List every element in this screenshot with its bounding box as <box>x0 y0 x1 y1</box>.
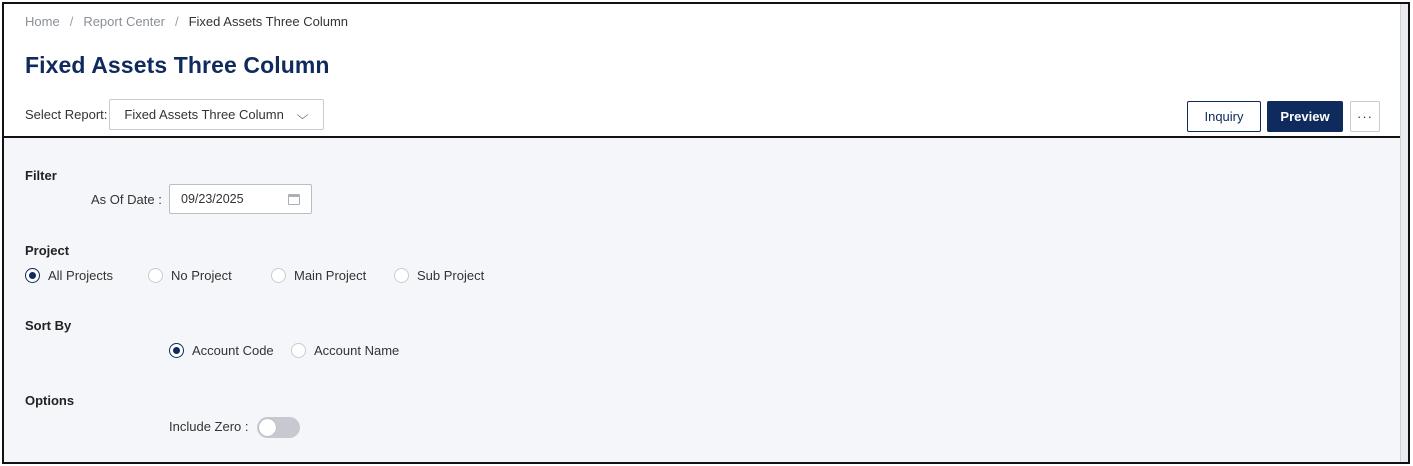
breadcrumb-current: Fixed Assets Three Column <box>188 14 349 29</box>
inquiry-button[interactable]: Inquiry <box>1187 101 1261 132</box>
chevron-down-icon: ⌵ <box>296 108 309 122</box>
as-of-date-input[interactable]: 09/23/2025 <box>169 184 312 214</box>
report-select-value: Fixed Assets Three Column <box>124 107 284 122</box>
calendar-icon[interactable] <box>288 194 300 205</box>
sort-by-section-title: Sort By <box>25 318 72 333</box>
preview-button[interactable]: Preview <box>1267 101 1343 132</box>
more-options-button[interactable]: ··· <box>1350 101 1380 132</box>
radio-label: No Project <box>171 268 232 283</box>
radio-button <box>148 268 163 283</box>
sort-by-radio-group: Account Code Account Name <box>169 343 399 358</box>
report-parameters: Filter As Of Date : 09/23/2025 Project A… <box>4 138 1402 462</box>
radio-button-checked <box>169 343 184 358</box>
project-radio-group: All Projects No Project Main Project Sub… <box>25 268 484 283</box>
options-section-title: Options <box>25 393 75 408</box>
include-zero-toggle[interactable] <box>257 417 300 438</box>
radio-button <box>394 268 409 283</box>
breadcrumb-report-center[interactable]: Report Center <box>83 14 165 29</box>
report-select[interactable]: Fixed Assets Three Column ⌵ <box>109 99 325 130</box>
radio-label: All Projects <box>48 268 114 283</box>
page-header: Home / Report Center / Fixed Assets Thre… <box>4 4 1402 138</box>
radio-sub-project[interactable]: Sub Project <box>394 268 484 283</box>
toggle-knob <box>259 419 276 436</box>
filter-section-title: Filter <box>25 168 57 183</box>
radio-no-project[interactable]: No Project <box>148 268 271 283</box>
report-window: Home / Report Center / Fixed Assets Thre… <box>2 2 1410 464</box>
breadcrumb: Home / Report Center / Fixed Assets Thre… <box>25 14 348 29</box>
report-select-label: Select Report: <box>25 107 108 122</box>
as-of-date-value: 09/23/2025 <box>181 192 244 206</box>
radio-all-projects[interactable]: All Projects <box>25 268 148 283</box>
breadcrumb-separator: / <box>69 14 74 29</box>
include-zero-label: Include Zero : <box>169 419 249 434</box>
as-of-date-label: As Of Date : <box>91 192 162 207</box>
radio-button <box>291 343 306 358</box>
scrollbar[interactable] <box>1400 4 1408 462</box>
breadcrumb-home[interactable]: Home <box>25 14 60 29</box>
project-section-title: Project <box>25 243 70 258</box>
radio-label: Account Name <box>314 343 400 358</box>
report-select-row: Select Report: Fixed Assets Three Column… <box>25 99 325 130</box>
radio-label: Account Code <box>192 343 274 358</box>
radio-account-name[interactable]: Account Name <box>291 343 399 358</box>
page-title: Fixed Assets Three Column <box>25 52 330 78</box>
breadcrumb-separator: / <box>174 14 179 29</box>
radio-label: Sub Project <box>417 268 485 283</box>
radio-main-project[interactable]: Main Project <box>271 268 394 283</box>
radio-button-checked <box>25 268 40 283</box>
radio-label: Main Project <box>294 268 367 283</box>
radio-account-code[interactable]: Account Code <box>169 343 291 358</box>
radio-button <box>271 268 286 283</box>
